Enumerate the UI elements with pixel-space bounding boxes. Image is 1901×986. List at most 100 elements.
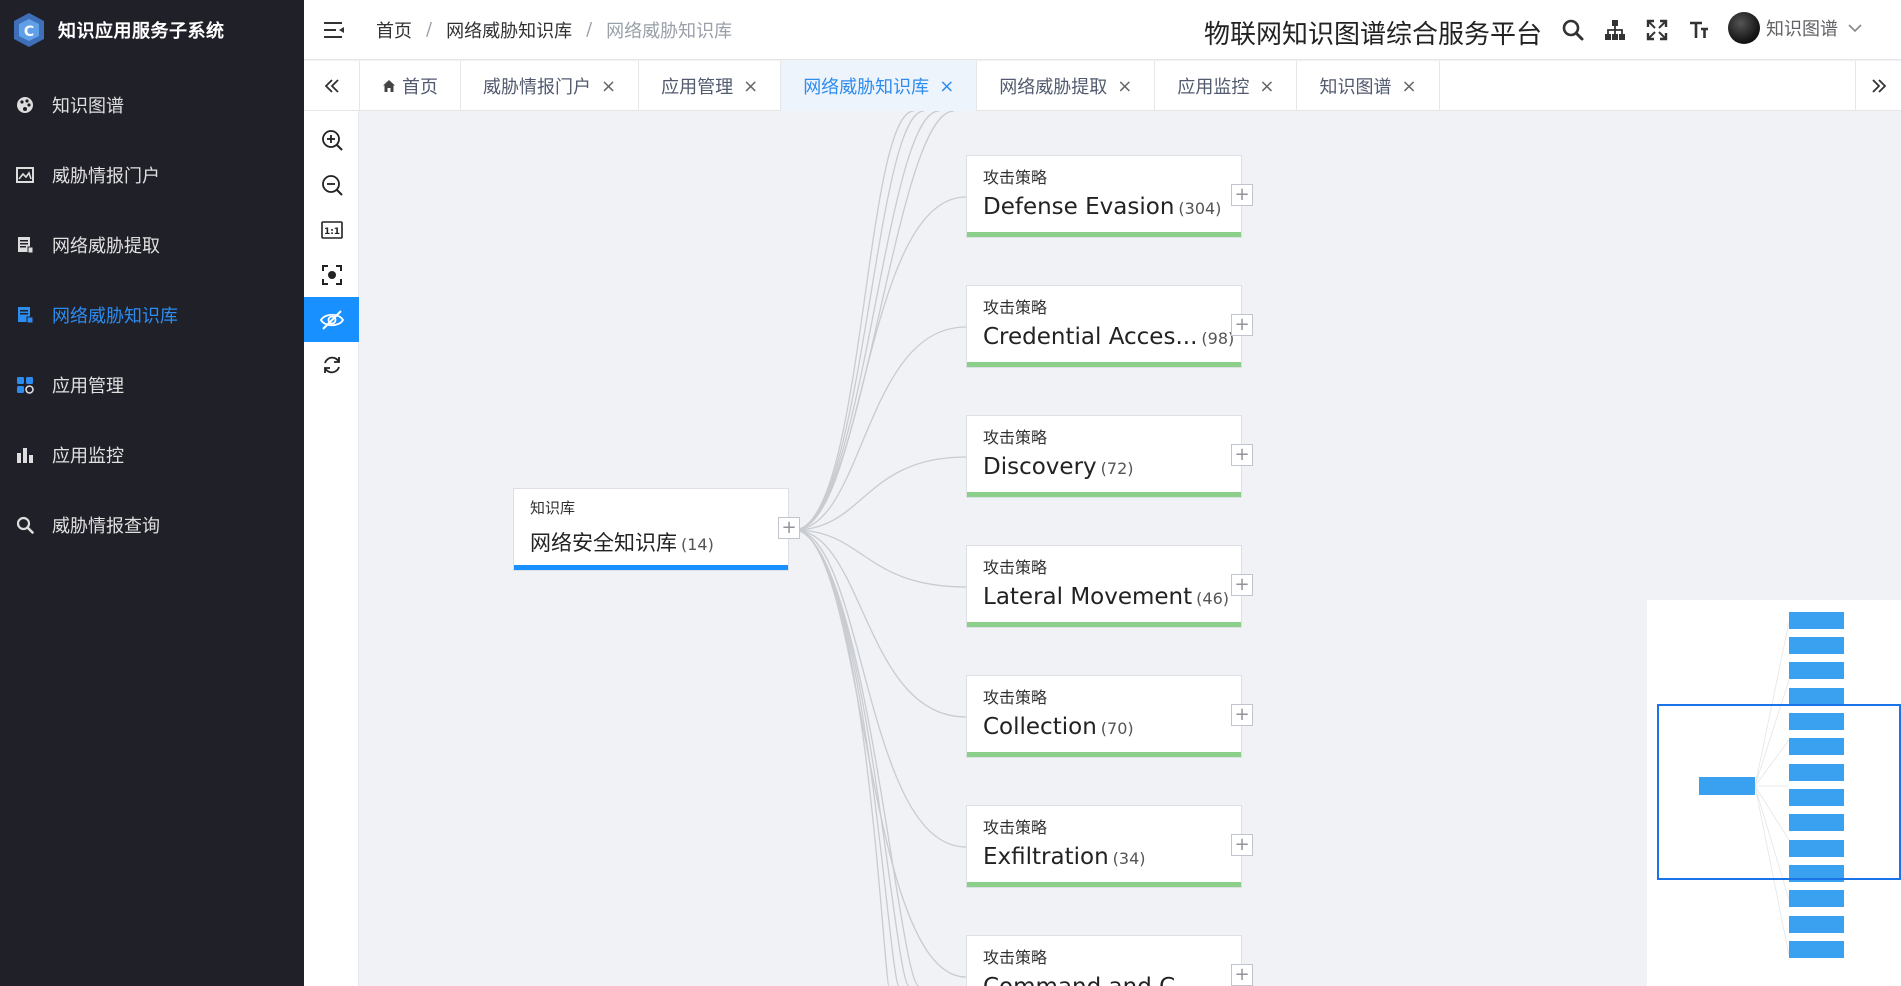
user-name: 知识图谱 <box>1766 19 1838 40</box>
minimap-node <box>1789 890 1844 907</box>
tab-home[interactable]: 首页 <box>360 61 461 111</box>
node-bar <box>967 232 1241 237</box>
graph-node[interactable]: 攻击策略 Defense Evasion (304) + <box>966 155 1253 238</box>
fullscreen-icon[interactable] <box>1641 14 1673 46</box>
breadcrumb-home[interactable]: 首页 <box>376 17 412 43</box>
svg-text:1:1: 1:1 <box>323 227 339 237</box>
tab-threat-kb[interactable]: 网络威胁知识库 × <box>781 61 978 111</box>
bar-chart-icon <box>14 444 36 466</box>
close-icon[interactable]: × <box>1259 76 1274 97</box>
node-bar <box>967 622 1241 627</box>
tab-label: 网络威胁知识库 <box>803 77 930 98</box>
minimap-node <box>1789 612 1844 629</box>
menu-toggle-icon[interactable] <box>322 18 346 42</box>
tab-knowledge-graph[interactable]: 知识图谱 × <box>1297 61 1440 111</box>
breadcrumb-section[interactable]: 网络威胁知识库 <box>446 17 572 43</box>
node-name-text: Credential Acces... <box>983 324 1198 350</box>
sitemap-icon[interactable] <box>1599 14 1631 46</box>
tabs-scroll-left-button[interactable] <box>304 61 360 111</box>
refresh-button[interactable] <box>304 342 359 387</box>
close-icon[interactable]: × <box>743 76 758 97</box>
fit-view-icon <box>321 264 342 285</box>
minimap-node <box>1789 941 1844 958</box>
sidebar-item-app-monitor[interactable]: 应用监控 <box>0 420 304 490</box>
sidebar-item-threat-portal[interactable]: 威胁情报门户 <box>0 140 304 210</box>
sidebar-item-label: 知识图谱 <box>52 96 124 117</box>
graph-node[interactable]: 攻击策略 Command and C... + <box>966 935 1253 986</box>
zoom-out-button[interactable] <box>304 162 359 207</box>
node-type: 攻击策略 <box>983 168 1048 187</box>
close-icon[interactable]: × <box>939 76 954 97</box>
tab-app-management[interactable]: 应用管理 × <box>639 61 782 111</box>
logo-icon: C <box>14 13 44 47</box>
search-icon[interactable] <box>1557 14 1589 46</box>
node-name-text: Lateral Movement <box>983 584 1193 610</box>
graph-node[interactable]: 攻击策略 Lateral Movement (46) + <box>966 545 1253 628</box>
tab-threat-portal[interactable]: 威胁情报门户 × <box>461 61 640 111</box>
sidebar-item-threat-query[interactable]: 威胁情报查询 <box>0 490 304 560</box>
image-icon <box>14 164 36 186</box>
node-name: Defense Evasion (304) <box>983 194 1221 220</box>
close-icon[interactable]: × <box>1401 76 1416 97</box>
tab-label: 首页 <box>402 77 438 98</box>
expand-icon[interactable]: + <box>1231 184 1253 206</box>
hide-button[interactable] <box>304 297 359 342</box>
user-menu[interactable]: 知识图谱 <box>1728 12 1862 44</box>
chevron-down-icon <box>1848 24 1862 33</box>
fit-view-button[interactable] <box>304 252 359 297</box>
expand-icon[interactable]: + <box>1231 834 1253 856</box>
zoom-out-icon <box>321 174 343 196</box>
graph-canvas[interactable]: 1:1 知识库 网络安全知识库 (14) + 攻击策略 Defense Evasi… <box>304 111 1901 986</box>
double-chevron-left-icon <box>324 79 339 93</box>
graph-node[interactable]: 攻击策略 Credential Acces... (98) + <box>966 285 1253 368</box>
search-icon <box>14 514 36 536</box>
graph-node[interactable]: 攻击策略 Discovery (72) + <box>966 415 1253 498</box>
sidebar-item-app-management[interactable]: 应用管理 <box>0 350 304 420</box>
brand-title: 知识应用服务子系统 <box>58 21 225 42</box>
node-count: (98) <box>1201 329 1235 348</box>
graph-node[interactable]: 攻击策略 Exfiltration (34) + <box>966 805 1253 888</box>
sidebar-menu: 知识图谱 威胁情报门户 网络威胁提取 网络威胁知识库 应用管理 应用监控 威胁情… <box>0 70 304 560</box>
font-size-icon[interactable] <box>1683 14 1715 46</box>
minimap-viewport[interactable] <box>1657 704 1901 880</box>
sidebar-item-label: 网络威胁知识库 <box>52 306 178 327</box>
expand-icon[interactable]: + <box>1231 314 1253 336</box>
actual-size-button[interactable]: 1:1 <box>304 207 359 252</box>
node-count: (34) <box>1112 849 1146 868</box>
zoom-in-icon <box>321 129 343 151</box>
node-name-text: Command and C... <box>983 974 1197 986</box>
avatar[interactable] <box>1728 12 1760 44</box>
node-count: (46) <box>1196 589 1229 608</box>
header-tools <box>1557 14 1725 46</box>
sidebar-item-threat-kb[interactable]: 网络威胁知识库 <box>0 280 304 350</box>
grid-icon <box>14 374 36 396</box>
node-count: (72) <box>1100 459 1134 478</box>
tabs-scroll-right-button[interactable] <box>1855 61 1901 111</box>
minimap[interactable] <box>1647 600 1901 986</box>
expand-icon[interactable]: + <box>1231 574 1253 596</box>
minimap-node <box>1789 916 1844 933</box>
sidebar-item-threat-extraction[interactable]: 网络威胁提取 <box>0 210 304 280</box>
node-bar <box>514 565 788 570</box>
zoom-in-button[interactable] <box>304 117 359 162</box>
expand-icon[interactable]: + <box>1231 444 1253 466</box>
node-count: (70) <box>1100 719 1134 738</box>
tab-app-monitor[interactable]: 应用监控 × <box>1155 61 1298 111</box>
expand-icon[interactable]: + <box>1231 704 1253 726</box>
home-icon <box>383 80 395 92</box>
close-icon[interactable]: × <box>601 76 616 97</box>
graph-node-root[interactable]: 知识库 网络安全知识库 (14) + <box>513 488 800 571</box>
close-icon[interactable]: × <box>1117 76 1132 97</box>
graph-node[interactable]: 攻击策略 Collection (70) + <box>966 675 1253 758</box>
node-name: Command and C... <box>983 974 1201 986</box>
minimap-node <box>1789 688 1844 705</box>
expand-icon[interactable]: + <box>1231 964 1253 986</box>
sidebar-item-knowledge-graph[interactable]: 知识图谱 <box>0 70 304 140</box>
graph-toolbar: 1:1 <box>304 111 359 986</box>
node-name: 网络安全知识库 (14) <box>530 527 714 557</box>
tab-label: 网络威胁提取 <box>999 77 1108 98</box>
tab-threat-extraction[interactable]: 网络威胁提取 × <box>977 61 1156 111</box>
expand-icon[interactable]: + <box>778 517 800 539</box>
brand: C 知识应用服务子系统 <box>0 0 304 60</box>
sidebar-item-label: 威胁情报门户 <box>52 166 160 187</box>
